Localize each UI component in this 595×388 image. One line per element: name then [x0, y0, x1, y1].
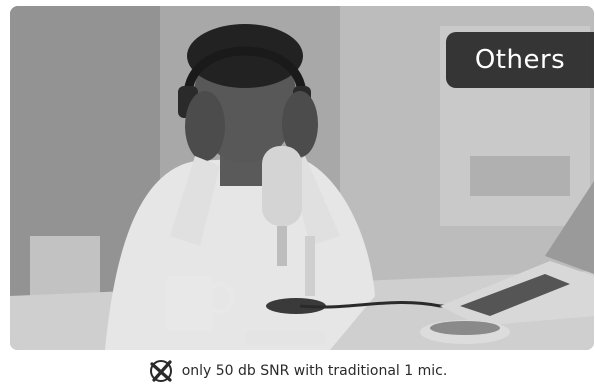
others-badge: Others — [446, 32, 594, 88]
caption: only 50 db SNR with traditional 1 mic. — [0, 358, 595, 384]
cross-mark-icon — [148, 358, 174, 384]
caption-text: only 50 db SNR with traditional 1 mic. — [181, 363, 448, 379]
others-badge-label: Others — [474, 45, 566, 75]
podcaster-photo: Others — [10, 6, 594, 350]
